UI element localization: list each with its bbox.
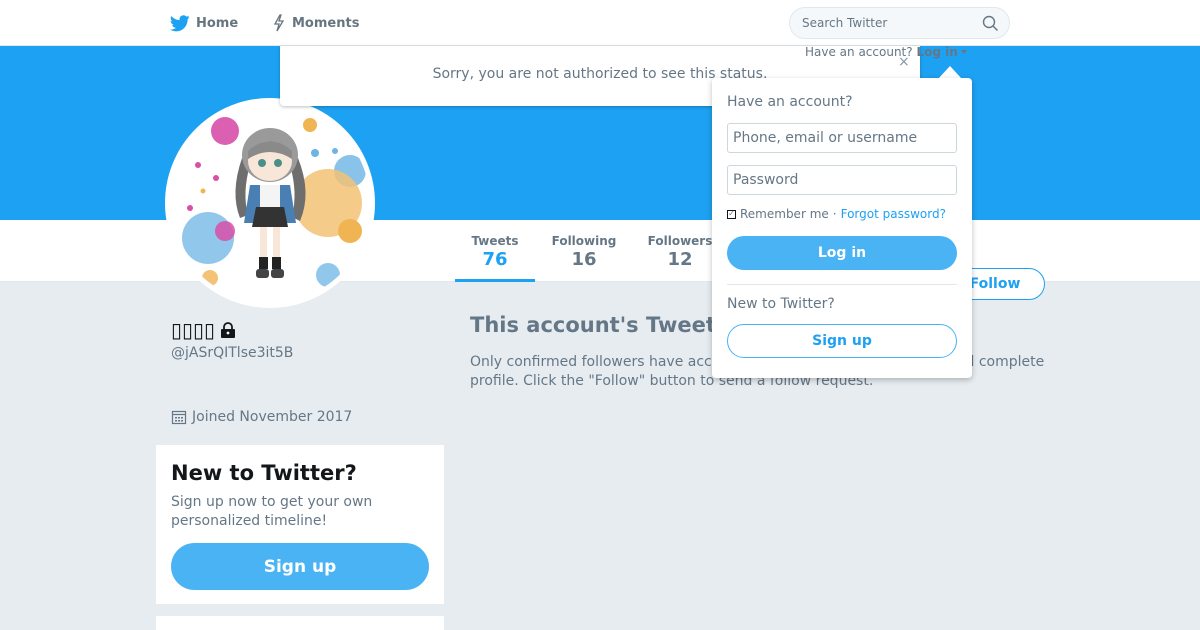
stat-followers-label: Followers <box>647 234 713 248</box>
nav-home-label: Home <box>196 15 239 31</box>
secondary-card <box>156 616 444 630</box>
search-placeholder: Search Twitter <box>802 16 888 30</box>
login-hint-link[interactable]: Log in <box>916 45 957 59</box>
stat-followers-value: 12 <box>667 249 693 270</box>
nav-moments-label: Moments <box>292 15 360 31</box>
joined-text: Joined November 2017 <box>192 409 353 425</box>
dropdown-title: Have an account? <box>727 94 853 110</box>
forgot-password-link[interactable]: Forgot password? <box>841 207 946 221</box>
new-to-twitter-card: New to Twitter? Sign up now to get your … <box>156 445 444 604</box>
new-card-text: Sign up now to get your own personalized… <box>171 494 373 529</box>
lightning-icon <box>273 14 285 32</box>
stat-tweets[interactable]: Tweets 76 <box>455 220 535 282</box>
search-icon[interactable] <box>982 15 999 32</box>
avatar[interactable] <box>165 98 375 308</box>
login-dropdown: Have an account? ✓ Remember me · Forgot … <box>712 78 972 378</box>
twitter-bird-icon <box>170 14 190 31</box>
top-navigation-bar: Home Moments Search Twitter <box>0 0 1200 46</box>
dropdown-new-label: New to Twitter? <box>727 296 835 312</box>
dropdown-signup-button[interactable]: Sign up <box>727 324 957 358</box>
stat-following-label: Following <box>551 234 617 248</box>
nav-moments[interactable]: Moments <box>272 0 359 46</box>
profile-name: ▯▯▯▯ <box>171 318 237 342</box>
login-hint-prefix: Have an account? <box>805 45 913 59</box>
remember-row: ✓ Remember me · Forgot password? <box>727 207 946 221</box>
profile-name-text: ▯▯▯▯ <box>171 318 216 342</box>
login-hint: Have an account? Log in <box>805 45 968 59</box>
profile-handle: @jASrQITlse3it5B <box>171 345 294 361</box>
search-input[interactable]: Search Twitter <box>789 7 1010 39</box>
login-button[interactable]: Log in <box>727 236 957 270</box>
remember-checkbox[interactable]: ✓ <box>727 209 736 219</box>
calendar-icon <box>171 410 187 425</box>
stat-followers[interactable]: Followers 12 <box>641 220 719 282</box>
avatar-illustration <box>170 103 370 303</box>
new-card-title: New to Twitter? <box>171 461 357 485</box>
stat-tweets-value: 76 <box>482 249 508 270</box>
stat-tweets-label: Tweets <box>471 234 519 248</box>
lock-icon <box>221 322 236 338</box>
caret-down-icon[interactable] <box>960 48 968 56</box>
remember-label: Remember me <box>740 207 829 221</box>
stat-following[interactable]: Following 16 <box>545 220 623 282</box>
username-field[interactable] <box>727 123 957 153</box>
dropdown-divider <box>727 284 957 285</box>
nav-home[interactable]: Home <box>170 0 238 46</box>
password-field[interactable] <box>727 165 957 195</box>
stat-following-value: 16 <box>571 249 597 270</box>
joined-date: Joined November 2017 <box>171 409 352 425</box>
signup-button[interactable]: Sign up <box>171 543 429 590</box>
separator-dot: · <box>832 207 837 221</box>
